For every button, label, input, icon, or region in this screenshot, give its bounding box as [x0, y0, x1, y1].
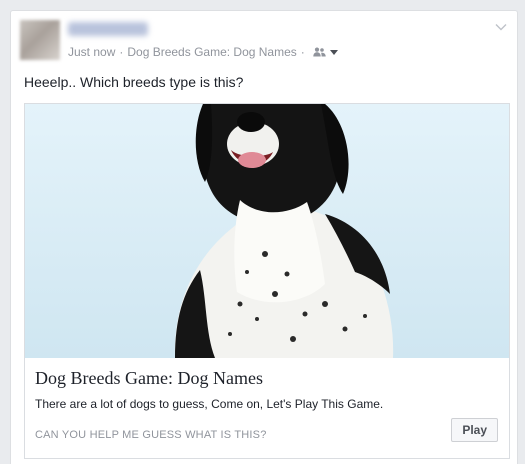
meta-separator: ·: [300, 45, 305, 59]
author-name-blurred[interactable]: [68, 22, 148, 36]
meta-separator: ·: [119, 45, 124, 59]
app-link[interactable]: Dog Breeds Game: Dog Names: [127, 45, 296, 59]
friends-icon[interactable]: [313, 47, 326, 57]
post-timestamp[interactable]: Just now: [68, 45, 115, 59]
audience-caret-icon[interactable]: [329, 49, 338, 55]
post-message: Heeelp.. Which breeds type is this?: [24, 74, 244, 90]
feed-post: Just now · Dog Breeds Game: Dog Names · …: [10, 10, 518, 464]
post-meta: Just now · Dog Breeds Game: Dog Names ·: [68, 45, 338, 59]
attachment-caption: CAN YOU HELP ME GUESS WHAT IS THIS?: [35, 429, 267, 441]
attachment-title[interactable]: Dog Breeds Game: Dog Names: [35, 368, 263, 389]
play-button[interactable]: Play: [451, 418, 498, 442]
attachment-description: There are a lot of dogs to guess, Come o…: [35, 397, 384, 411]
author-avatar[interactable]: [20, 20, 60, 60]
puppy-photo[interactable]: [25, 104, 509, 358]
chevron-down-icon[interactable]: [495, 23, 507, 31]
link-attachment[interactable]: Dog Breeds Game: Dog Names There are a l…: [24, 103, 510, 459]
